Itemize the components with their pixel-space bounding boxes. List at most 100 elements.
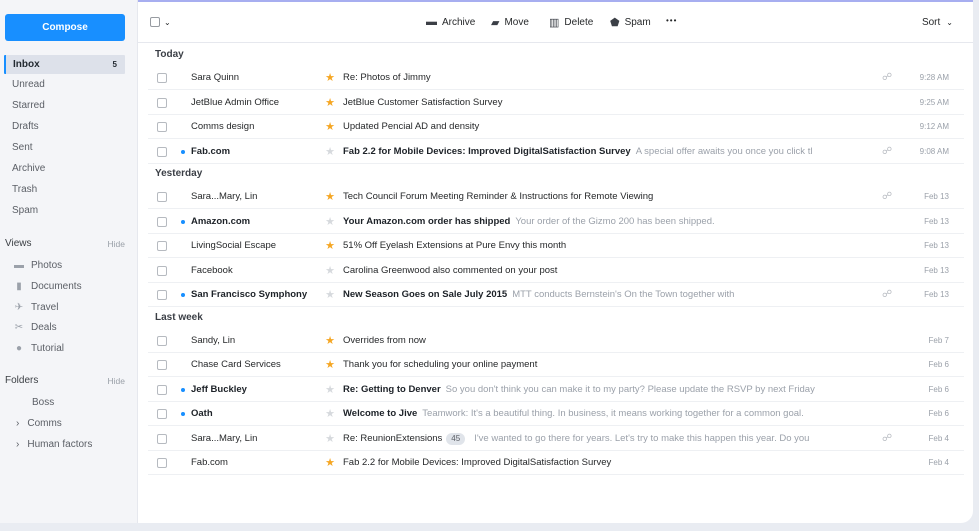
row-checkbox[interactable] [157, 360, 167, 370]
row-checkbox[interactable] [157, 265, 167, 276]
row-checkbox[interactable] [157, 192, 167, 202]
sidebar-item-unread[interactable]: Unread [12, 76, 128, 94]
row-checkbox[interactable] [157, 146, 167, 157]
sidebar-item-sent[interactable]: Sent [12, 139, 128, 157]
sender: LivingSocial Escape [191, 240, 277, 251]
row-checkbox[interactable] [157, 122, 167, 132]
star-icon[interactable]: ★ [325, 329, 335, 353]
sidebar-item-comms[interactable]: › Comms [16, 415, 62, 433]
sender: Comms design [191, 121, 255, 132]
subject-line: Carolina Greenwood also commented on you… [343, 259, 833, 283]
tutorial-icon: ● [15, 343, 23, 354]
message-row[interactable]: Sandy, Lin ★ Overrides from now Feb 7 [148, 329, 964, 353]
chevron-down-icon[interactable]: ⌄ [164, 18, 171, 27]
row-checkbox[interactable] [157, 458, 167, 468]
message-row[interactable]: LivingSocial Escape ★ 51% Off Eyelash Exte… [148, 234, 964, 258]
star-icon[interactable]: ★ [325, 402, 335, 426]
row-checkbox[interactable] [157, 290, 167, 300]
row-checkbox[interactable] [157, 97, 167, 108]
more-button[interactable]: ••• [666, 16, 677, 25]
chevron-right-icon[interactable]: › [16, 418, 19, 429]
deals-icon: ✂ [14, 322, 24, 333]
star-icon[interactable]: ★ [325, 140, 335, 164]
subject: Tech Council Forum Meeting Reminder & In… [343, 191, 654, 202]
message-row[interactable]: Facebook ★ Carolina Greenwood also comment… [148, 259, 964, 283]
star-icon[interactable]: ★ [325, 66, 335, 90]
star-icon[interactable]: ★ [325, 185, 335, 209]
row-checkbox[interactable] [157, 384, 167, 395]
move-button[interactable]: ▰ Move [491, 16, 529, 29]
star-icon[interactable]: ★ [325, 283, 335, 307]
subject-line: Overrides from now [343, 329, 833, 353]
message-row[interactable]: Sara...Mary, Lin ★ Tech Council Forum Meet… [148, 185, 964, 209]
message-row[interactable]: Comms design ★ Updated Pencial AD and dens… [148, 115, 964, 139]
row-checkbox[interactable] [157, 409, 167, 419]
star-icon[interactable]: ★ [325, 451, 335, 475]
message-row[interactable]: Fab.com ★ Fab 2.2 for Mobile Devices: Impr… [148, 451, 964, 475]
star-icon[interactable]: ★ [325, 427, 335, 451]
star-icon[interactable]: ★ [325, 259, 335, 283]
row-checkbox[interactable] [157, 433, 167, 444]
sidebar-item-trash[interactable]: Trash [12, 181, 128, 199]
sidebar-item-human-factors[interactable]: › Human factors [16, 436, 92, 454]
row-checkbox[interactable] [157, 73, 167, 83]
sidebar-item-travel[interactable]: ✈ Travel [13, 299, 59, 317]
spam-button[interactable]: ⬟ Spam [610, 16, 651, 29]
subject: Re: Getting to Denver [343, 383, 441, 395]
subject: New Season Goes on Sale July 2015 [343, 289, 508, 300]
sort-label: Sort [921, 17, 941, 28]
archive-label: Archive [442, 16, 476, 28]
sidebar-item-deals[interactable]: ✂ Deals [13, 319, 57, 337]
delete-button[interactable]: ▥ Delete [549, 16, 593, 29]
message-row[interactable]: Jeff Buckley ★ Re: Getting to Denver So you… [148, 378, 964, 402]
views-hide-link[interactable]: Hide [108, 236, 125, 252]
move-label: Move [504, 17, 529, 28]
folder-label: Human factors [27, 439, 93, 450]
message-row[interactable]: JetBlue Admin Office ★ JetBlue Customer Sa… [148, 91, 964, 115]
row-checkbox[interactable] [157, 216, 167, 227]
message-row[interactable]: Fab.com ★ Fab 2.2 for Mobile Devices: Impr… [148, 140, 964, 164]
message-row[interactable]: Amazon.com ★ Your Amazon.com order has shi… [148, 210, 964, 234]
inbox-count: 5 [112, 60, 117, 69]
star-icon[interactable]: ★ [325, 378, 335, 402]
message-row[interactable]: Oath ★ Welcome to Jive Teamwork: It's a bea… [148, 402, 964, 426]
sidebar-item-inbox[interactable]: Inbox 5 [4, 55, 125, 74]
subject: Fab 2.2 for Mobile Devices: Improved Dig… [343, 457, 612, 468]
message-row[interactable]: Sara Quinn ★ Re: Photos of Jimmy ☍ 9:28 AM [148, 66, 964, 90]
thread-count-badge: 45 [446, 432, 466, 445]
sort-button[interactable]: Sort ⌄ [922, 17, 953, 28]
subject: Re: ReunionExtensions [343, 432, 443, 444]
view-label: Deals [31, 322, 57, 333]
sidebar-item-starred[interactable]: Starred [12, 97, 128, 115]
folders-hide-link[interactable]: Hide [108, 373, 125, 389]
sidebar-item-spam[interactable]: Spam [12, 202, 128, 220]
row-checkbox[interactable] [157, 335, 167, 346]
archive-button[interactable]: ▬ Archive [426, 16, 475, 28]
sidebar-item-archive[interactable]: Archive [12, 160, 128, 178]
sidebar-item-photos[interactable]: ▬ Photos [13, 257, 62, 275]
subject: Overrides from now [343, 334, 426, 346]
star-icon[interactable]: ★ [325, 210, 335, 234]
star-icon[interactable]: ★ [325, 353, 335, 377]
message-row[interactable]: San Francisco Symphony ★ New Season Goes o… [148, 283, 964, 307]
sender: JetBlue Admin Office [191, 96, 280, 108]
chevron-right-icon[interactable]: › [16, 439, 19, 450]
message-row[interactable]: Sara...Mary, Lin ★ Re: ReunionExtensions 45… [148, 427, 964, 451]
message-list-pane: ⌄ ▬ Archive ▰ Move ▥ Delete ⬟ Spam ••• S… [138, 0, 973, 523]
star-icon[interactable]: ★ [325, 234, 335, 258]
sidebar-item-documents[interactable]: ▮ Documents [13, 278, 81, 296]
star-icon[interactable]: ★ [325, 115, 335, 139]
compose-button[interactable]: Compose [5, 14, 125, 41]
select-all[interactable]: ⌄ [150, 17, 171, 27]
star-icon[interactable]: ★ [325, 91, 335, 115]
sidebar-item-tutorial[interactable]: ● Tutorial [13, 340, 64, 358]
subject: Welcome to Jive [343, 408, 418, 419]
sidebar-item-drafts[interactable]: Drafts [12, 118, 128, 136]
subject-line: Tech Council Forum Meeting Reminder & In… [343, 185, 833, 209]
unread-dot-icon [181, 293, 185, 297]
select-all-checkbox[interactable] [150, 17, 160, 27]
sender: Sara...Mary, Lin [191, 432, 258, 444]
row-checkbox[interactable] [157, 241, 167, 251]
message-row[interactable]: Chase Card Services ★ Thank you for schedu… [148, 353, 964, 377]
sidebar-item-boss[interactable]: Boss [32, 394, 54, 412]
